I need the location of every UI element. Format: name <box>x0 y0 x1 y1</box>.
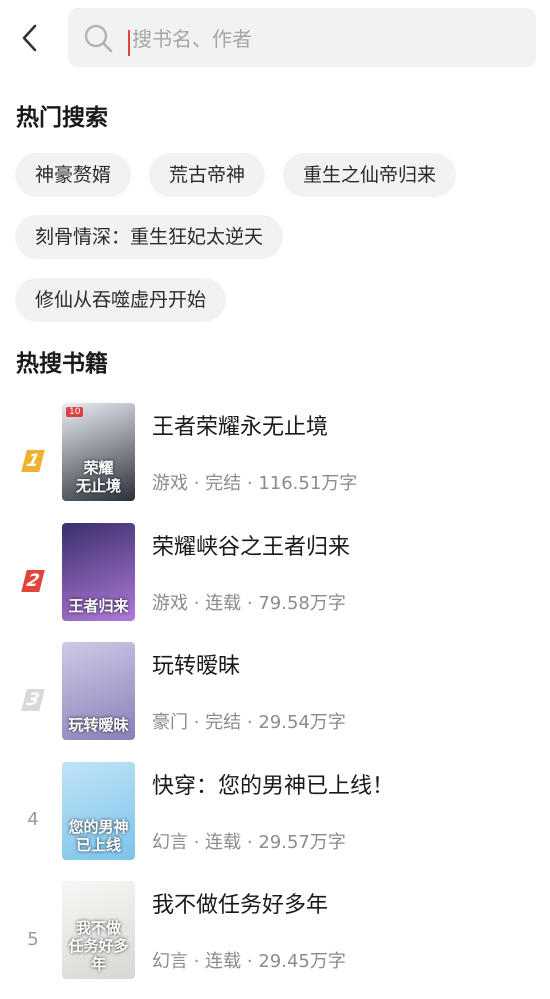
back-button[interactable] <box>10 18 50 58</box>
hot-search-tag[interactable]: 刻骨情深：重生狂妃太逆天 <box>15 215 284 259</box>
book-row[interactable]: 1 10 荣耀 无止境 王者荣耀永无止境游戏 · 完结 · 116.51万字 <box>0 403 550 521</box>
rank-badge: 3 <box>21 689 45 711</box>
book-cover[interactable]: 您的男神 已上线 <box>62 761 135 860</box>
book-meta: 游戏 · 连载 · 79.58万字 <box>152 592 346 614</box>
rank-badge: 1 <box>21 450 45 472</box>
book-title: 玩转暧昧 <box>152 654 241 679</box>
book-row[interactable]: 2 王者归来 荣耀峡谷之王者归来游戏 · 连载 · 79.58万字 <box>0 522 550 641</box>
book-title: 快穿：您的男神已上线！ <box>152 773 395 799</box>
rank-indicator: 3 <box>20 686 46 714</box>
rank-indicator: 2 <box>20 567 46 595</box>
cover-tag: 10 <box>66 407 84 417</box>
book-cover[interactable]: 10 荣耀 无止境 <box>62 403 135 501</box>
rank-number: 5 <box>27 928 39 950</box>
hot-search-title: 热门搜索 <box>16 105 108 131</box>
back-arrow-icon <box>22 24 37 52</box>
rank-indicator: 5 <box>20 925 46 953</box>
hot-books-title: 热搜书籍 <box>16 351 108 377</box>
top-bar <box>0 0 550 80</box>
book-meta: 幻言 · 连载 · 29.57万字 <box>152 831 346 853</box>
book-title: 王者荣耀永无止境 <box>152 415 329 440</box>
search-box[interactable] <box>68 8 536 67</box>
hot-search-tag[interactable]: 重生之仙帝归来 <box>283 153 457 197</box>
book-row[interactable]: 5 我不做 任务好多年 我不做任务好多年幻言 · 连载 · 29.45万字 <box>0 881 550 999</box>
cover-title-art: 王者归来 <box>68 596 129 615</box>
book-cover[interactable]: 我不做 任务好多年 <box>62 881 135 979</box>
cover-title-art: 玩转暧昧 <box>68 716 129 734</box>
rank-indicator: 4 <box>20 806 46 834</box>
cover-title-art: 我不做 任务好多年 <box>68 919 129 973</box>
hot-search-tag[interactable]: 神豪赘婿 <box>15 153 132 197</box>
hot-search-tag[interactable]: 修仙从吞噬虚丹开始 <box>15 278 227 322</box>
search-icon <box>84 24 113 53</box>
rank-badge: 2 <box>21 569 45 592</box>
book-cover[interactable]: 玩转暧昧 <box>62 642 135 740</box>
book-title: 我不做任务好多年 <box>152 893 329 918</box>
cover-title-art: 荣耀 无止境 <box>75 459 121 495</box>
book-meta: 游戏 · 完结 · 116.51万字 <box>152 473 358 494</box>
book-meta: 豪门 · 完结 · 29.54万字 <box>152 712 346 733</box>
book-cover[interactable]: 王者归来 <box>62 522 135 621</box>
rank-number: 4 <box>27 809 39 830</box>
book-row[interactable]: 3 玩转暧昧 玩转暧昧 豪门 · 完结 · 29.54万字 <box>0 642 550 760</box>
book-row[interactable]: 4 您的男神 已上线 快穿：您的男神已上线！ 幻言 · 连载 · 29.57万字 <box>0 761 550 880</box>
cover-title-art: 您的男神 已上线 <box>68 817 129 854</box>
search-input[interactable] <box>130 18 524 60</box>
book-meta: 幻言 · 连载 · 29.45万字 <box>152 951 346 972</box>
rank-indicator: 1 <box>20 447 46 475</box>
hot-search-tag[interactable]: 荒古帝神 <box>149 153 266 197</box>
book-title: 荣耀峡谷之王者归来 <box>152 534 351 560</box>
